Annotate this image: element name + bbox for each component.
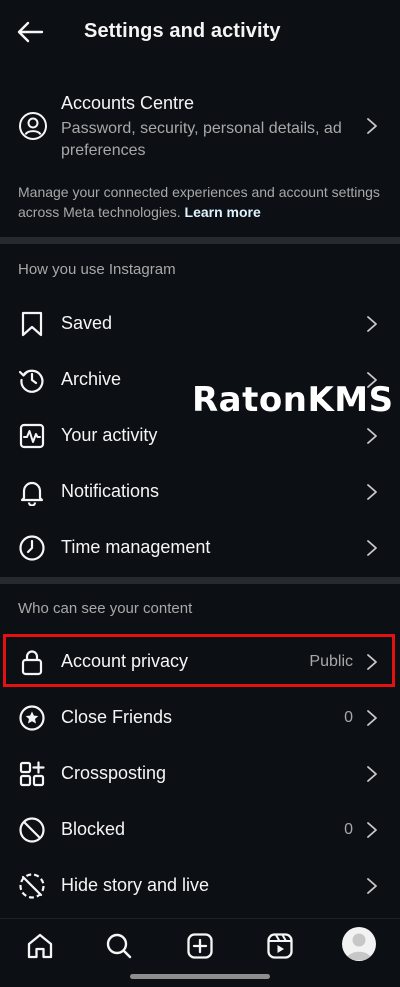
crossposting-icon: [19, 761, 45, 787]
chevron-right-icon: [367, 822, 377, 838]
meta-note: Manage your connected experiences and ac…: [18, 182, 383, 222]
menu-item-label: Close Friends: [61, 707, 173, 727]
home-indicator: [130, 974, 270, 979]
menu-item-saved[interactable]: Saved: [0, 298, 400, 350]
reels-icon[interactable]: [265, 931, 295, 961]
highlight-box: [3, 634, 395, 687]
menu-item-time-management[interactable]: Time management: [0, 522, 400, 574]
blocked-count: 0: [344, 821, 353, 838]
page-title: Settings and activity: [84, 20, 281, 42]
menu-item-hide-story[interactable]: Hide story and live: [0, 860, 400, 912]
header: Settings and activity: [0, 0, 400, 64]
section-header-usage: How you use Instagram: [18, 261, 176, 278]
menu-item-label: Blocked: [61, 819, 126, 839]
bookmark-icon: [21, 311, 43, 337]
home-icon[interactable]: [25, 931, 55, 961]
bell-icon: [20, 481, 44, 506]
menu-item-notifications[interactable]: Notifications: [0, 466, 400, 518]
archive-icon: [18, 369, 44, 393]
menu-item-label: Saved: [61, 313, 113, 333]
hide-story-icon: [19, 873, 45, 899]
chevron-right-icon: [367, 484, 377, 500]
menu-item-label: Time management: [61, 537, 211, 557]
accounts-centre-item[interactable]: Accounts Centre Password, security, pers…: [0, 88, 400, 168]
new-post-icon[interactable]: [185, 931, 215, 961]
accounts-centre-title: Accounts Centre: [61, 93, 195, 113]
section-divider: [0, 237, 400, 244]
chevron-right-icon: [367, 710, 377, 726]
chevron-right-icon: [367, 540, 377, 556]
menu-item-blocked[interactable]: Blocked 0: [0, 804, 400, 856]
chevron-right-icon: [367, 118, 377, 134]
menu-item-crossposting[interactable]: Crossposting: [0, 748, 400, 800]
chevron-right-icon: [367, 316, 377, 332]
clock-icon: [19, 535, 45, 561]
menu-item-label: Notifications: [61, 481, 160, 501]
learn-more-link[interactable]: Learn more: [185, 204, 261, 220]
search-icon[interactable]: [104, 931, 134, 961]
account-circle-icon: [19, 112, 47, 140]
back-arrow-icon: [17, 21, 44, 43]
menu-item-label: Hide story and live: [61, 875, 210, 895]
section-divider: [0, 577, 400, 584]
menu-item-label: Your activity: [61, 425, 158, 445]
menu-item-label: Archive: [61, 369, 122, 389]
menu-item-close-friends[interactable]: Close Friends 0: [0, 692, 400, 744]
star-circle-icon: [19, 705, 45, 731]
close-friends-count: 0: [344, 709, 353, 726]
section-header-content: Who can see your content: [18, 600, 193, 617]
chevron-right-icon: [367, 766, 377, 782]
activity-icon: [19, 423, 45, 449]
default-avatar-icon: [346, 933, 372, 960]
accounts-centre-description: Password, security, personal details, ad…: [61, 120, 342, 159]
profile-avatar[interactable]: [342, 927, 376, 961]
back-button[interactable]: [16, 18, 48, 46]
blocked-icon: [19, 817, 45, 843]
chevron-right-icon: [367, 878, 377, 894]
watermark-text: RatonKMS: [192, 380, 394, 420]
menu-item-label: Crossposting: [61, 763, 167, 783]
chevron-right-icon: [367, 428, 377, 444]
